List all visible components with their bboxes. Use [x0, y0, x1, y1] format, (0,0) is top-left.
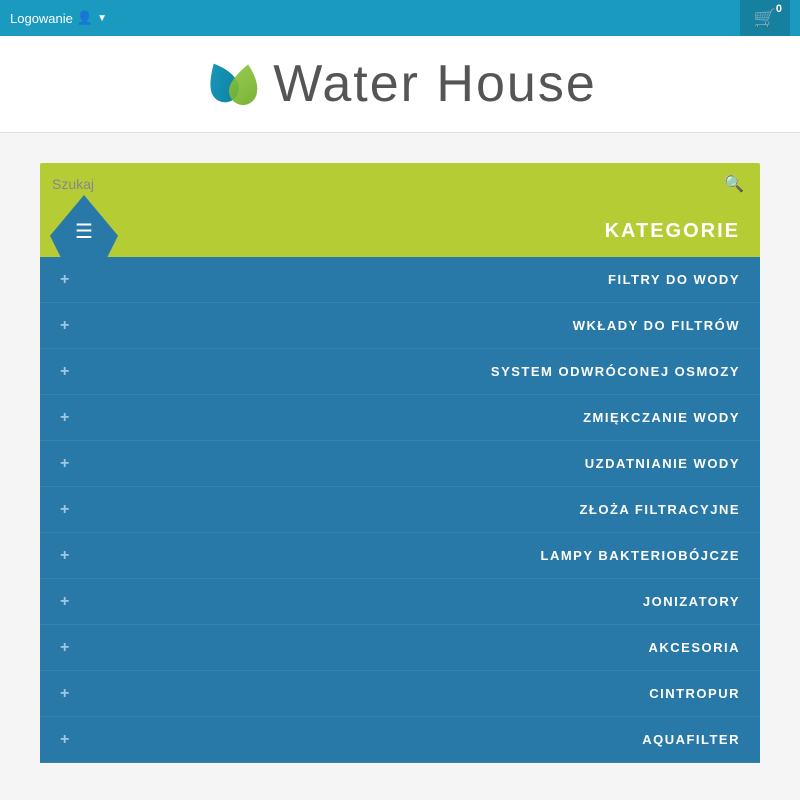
category-plus-icon: +: [60, 501, 69, 519]
logo[interactable]: Water House: [203, 54, 597, 114]
chevron-down-icon: ▼: [97, 13, 107, 24]
top-bar: Logowanie 👤 ▼ 0 🛒: [0, 0, 800, 36]
category-plus-icon: +: [60, 317, 69, 335]
header: Water House: [0, 36, 800, 133]
search-bar: 🔍: [40, 163, 760, 205]
category-list: + FILTRY DO WODY + WKŁADY DO FILTRÓW + S…: [40, 257, 760, 763]
category-item[interactable]: + AKCESORIA: [40, 625, 760, 671]
categories-header: ☰ KATEGORIE: [40, 205, 760, 257]
hamburger-button[interactable]: ☰: [60, 207, 108, 255]
login-label: Logowanie: [10, 11, 73, 26]
category-name: JONIZATORY: [643, 594, 740, 609]
category-name: SYSTEM ODWRÓCONEJ OSMOZY: [491, 364, 740, 379]
category-item[interactable]: + AQUAFILTER: [40, 717, 760, 763]
search-input[interactable]: [52, 176, 720, 192]
category-name: ZŁOŻA FILTRACYJNE: [579, 502, 740, 517]
category-name: AQUAFILTER: [642, 732, 740, 747]
cart-count: 0: [776, 3, 782, 15]
category-plus-icon: +: [60, 363, 69, 381]
category-name: ZMIĘKCZANIE WODY: [583, 410, 740, 425]
main-content: 🔍 ☰ KATEGORIE + FILTRY DO WODY + WKŁADY …: [0, 133, 800, 793]
category-name: AKCESORIA: [648, 640, 740, 655]
search-button[interactable]: 🔍: [720, 170, 748, 198]
category-name: FILTRY DO WODY: [608, 272, 740, 287]
search-icon: 🔍: [724, 176, 744, 193]
category-item[interactable]: + ZŁOŻA FILTRACYJNE: [40, 487, 760, 533]
category-plus-icon: +: [60, 639, 69, 657]
category-item[interactable]: + CINTROPUR: [40, 671, 760, 717]
category-item[interactable]: + UZDATNIANIE WODY: [40, 441, 760, 487]
user-icon: 👤: [77, 10, 93, 26]
category-item[interactable]: + LAMPY BAKTERIOBÓJCZE: [40, 533, 760, 579]
categories-title: KATEGORIE: [605, 220, 740, 243]
category-name: CINTROPUR: [649, 686, 740, 701]
logo-text: Water House: [273, 54, 597, 114]
category-plus-icon: +: [60, 685, 69, 703]
hamburger-icon: ☰: [75, 219, 93, 244]
category-item[interactable]: + WKŁADY DO FILTRÓW: [40, 303, 760, 349]
category-plus-icon: +: [60, 271, 69, 289]
category-name: UZDATNIANIE WODY: [585, 456, 740, 471]
category-plus-icon: +: [60, 593, 69, 611]
category-item[interactable]: + FILTRY DO WODY: [40, 257, 760, 303]
category-plus-icon: +: [60, 409, 69, 427]
cart-button[interactable]: 0 🛒: [740, 0, 790, 36]
categories-container: ☰ KATEGORIE + FILTRY DO WODY + WKŁADY DO…: [40, 205, 760, 763]
category-item[interactable]: + JONIZATORY: [40, 579, 760, 625]
logo-icon: [203, 54, 263, 114]
category-name: WKŁADY DO FILTRÓW: [573, 318, 740, 333]
cart-icon: 🛒: [754, 8, 776, 29]
category-item[interactable]: + SYSTEM ODWRÓCONEJ OSMOZY: [40, 349, 760, 395]
category-plus-icon: +: [60, 547, 69, 565]
category-plus-icon: +: [60, 731, 69, 749]
category-name: LAMPY BAKTERIOBÓJCZE: [541, 548, 741, 563]
category-item[interactable]: + ZMIĘKCZANIE WODY: [40, 395, 760, 441]
login-button[interactable]: Logowanie 👤 ▼: [10, 10, 107, 26]
category-plus-icon: +: [60, 455, 69, 473]
